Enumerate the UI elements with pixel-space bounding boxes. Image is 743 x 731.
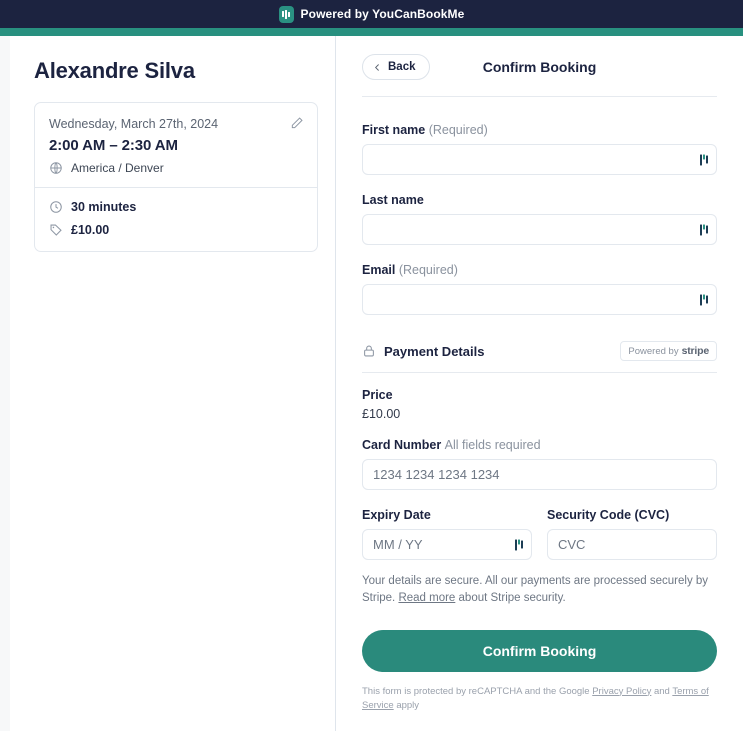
booking-price-row: £10.00 [49,223,303,237]
stripe-security-note: Your details are secure. All our payment… [362,573,717,608]
card-number-label: Card Number All fields required [362,438,717,452]
recaptcha-part2: and [651,686,672,697]
cvc-label: Security Code (CVC) [547,508,717,522]
booking-timezone-row: America / Denver [49,161,303,175]
booking-duration: 30 minutes [71,200,136,214]
recaptcha-part1: This form is protected by reCAPTCHA and … [362,686,592,697]
read-more-link[interactable]: Read more [398,592,455,604]
card-number-hint: All fields required [445,438,541,452]
email-label-text: Email [362,263,395,277]
card-number-label-text: Card Number [362,438,441,452]
accent-bar [0,28,743,36]
cvc-input[interactable]: CVC [547,529,717,560]
card-number-input[interactable]: 1234 1234 1234 1234 [362,459,717,490]
stripe-note-part2: about Stripe security. [455,592,565,604]
price-value: £10.00 [362,407,717,421]
tag-icon [49,223,63,237]
booking-card-top: Wednesday, March 27th, 2024 2:00 AM – 2:… [35,103,317,187]
card-number-placeholder: 1234 1234 1234 1234 [373,467,500,482]
confirm-booking-pane: Back Confirm Booking First name (Require… [336,36,743,731]
booking-page: Powered by YouCanBookMe Alexandre Silva … [0,0,743,731]
stripe-badge-brand: stripe [682,345,709,357]
privacy-policy-link[interactable]: Privacy Policy [592,686,651,697]
payment-details-header: Payment Details Powered by stripe [362,341,717,361]
payment-details-title: Payment Details [384,344,484,359]
page-content: Alexandre Silva Wednesday, March 27th, 2… [0,36,743,731]
booking-duration-row: 30 minutes [49,200,303,214]
first-name-required-text: (Required) [429,123,488,137]
first-name-input[interactable] [362,144,717,175]
last-name-label: Last name [362,193,717,207]
email-required-text: (Required) [399,263,458,277]
header-divider [362,96,717,97]
email-field-group: Email (Required) [362,263,717,315]
expiry-input[interactable]: MM / YY [362,529,532,560]
page-title: Alexandre Silva [34,58,317,84]
powered-by-label: Powered by YouCanBookMe [301,7,465,21]
last-name-input[interactable] [362,214,717,245]
booking-card-bottom: 30 minutes £10.00 [35,188,317,251]
confirm-booking-button[interactable]: Confirm Booking [362,630,717,672]
booking-price: £10.00 [71,223,109,237]
card-number-field-group: Card Number All fields required 1234 123… [362,438,717,490]
youcanbookme-logo-icon [279,6,294,23]
booking-date: Wednesday, March 27th, 2024 [49,117,303,131]
left-gutter [0,36,10,731]
password-manager-icon[interactable] [700,224,708,235]
booking-time: 2:00 AM – 2:30 AM [49,137,303,154]
password-manager-icon[interactable] [700,294,708,305]
expiry-cvc-row: Expiry Date MM / YY Security Code (CVC) … [362,508,717,560]
last-name-field-group: Last name [362,193,717,245]
stripe-badge-prefix: Powered by [628,346,678,357]
first-name-label: First name (Required) [362,123,717,137]
clock-icon [49,200,63,214]
booking-timezone: America / Denver [71,161,164,175]
pencil-icon [290,116,304,130]
booking-summary-card: Wednesday, March 27th, 2024 2:00 AM – 2:… [34,102,318,252]
expiry-label: Expiry Date [362,508,532,522]
cvc-field-group: Security Code (CVC) CVC [547,508,717,560]
recaptcha-note: This form is protected by reCAPTCHA and … [362,685,717,714]
price-label: Price [362,388,717,402]
globe-icon [49,161,63,175]
back-button-label: Back [388,61,416,73]
lock-icon [362,344,376,358]
payment-divider [362,372,717,373]
password-manager-icon[interactable] [515,539,523,550]
first-name-field-group: First name (Required) [362,123,717,175]
chevron-left-icon [373,63,382,72]
confirm-header: Back Confirm Booking [362,50,717,84]
password-manager-icon[interactable] [700,154,708,165]
email-input[interactable] [362,284,717,315]
edit-booking-button[interactable] [288,114,306,132]
booking-summary-pane: Alexandre Silva Wednesday, March 27th, 2… [10,36,335,731]
recaptcha-part3: apply [394,700,419,711]
expiry-field-group: Expiry Date MM / YY [362,508,532,560]
payment-title-group: Payment Details [362,344,484,359]
stripe-badge: Powered by stripe [620,341,717,361]
cvc-placeholder: CVC [558,537,585,552]
powered-by-bar: Powered by YouCanBookMe [0,0,743,28]
back-button[interactable]: Back [362,54,430,80]
email-label: Email (Required) [362,263,717,277]
expiry-placeholder: MM / YY [373,537,423,552]
last-name-label-text: Last name [362,193,424,207]
first-name-label-text: First name [362,123,425,137]
